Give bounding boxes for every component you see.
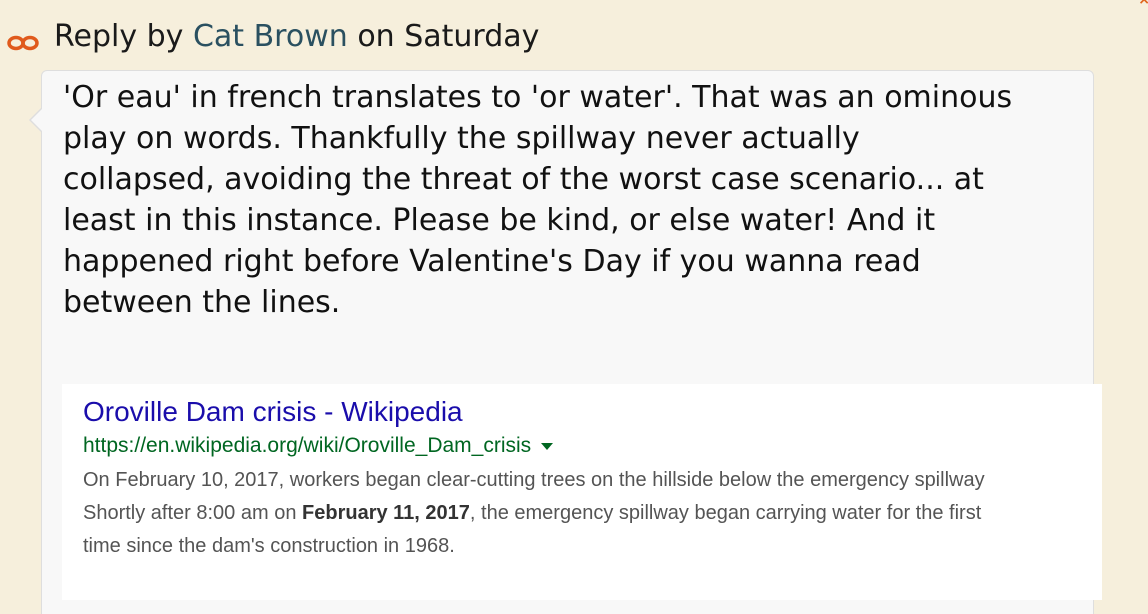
snippet-line: time since the dam's construction in 196… [83, 535, 455, 557]
search-result-url[interactable]: https://en.wikipedia.org/wiki/Oroville_D… [83, 434, 531, 458]
search-result-title[interactable]: Oroville Dam crisis - Wikipedia [83, 396, 463, 428]
caret-down-icon[interactable] [541, 442, 554, 450]
comment-line: least in this instance. Please be kind, … [63, 203, 936, 238]
author-link[interactable]: Cat Brown [193, 19, 348, 54]
snippet-line: Shortly after 8:00 am on February 11, 20… [83, 502, 982, 524]
link-icon[interactable] [6, 26, 40, 51]
comment-line: between the lines. [63, 285, 341, 320]
page: × Reply by Cat Brown on Saturday 'Or eau… [0, 0, 1148, 614]
search-result-snippet: On February 10, 2017, workers began clea… [83, 464, 985, 563]
reply-prefix: Reply by [54, 18, 184, 54]
search-result-url-row: https://en.wikipedia.org/wiki/Oroville_D… [83, 434, 554, 458]
reply-date: on Saturday [357, 18, 540, 54]
snippet-line: On February 10, 2017, workers began clea… [83, 469, 985, 491]
comment-text: 'Or eau' in french translates to 'or wat… [63, 77, 1093, 323]
comment-line: 'Or eau' in french translates to 'or wat… [63, 80, 1013, 115]
search-result-screenshot: Oroville Dam crisis - Wikipedia https://… [62, 384, 1102, 600]
comment-line: play on words. Thankfully the spillway n… [63, 121, 860, 156]
reply-header: Reply by Cat Brown on Saturday [6, 16, 539, 56]
snippet-date-highlight: February 11, 2017 [302, 502, 470, 524]
comment-line: collapsed, avoiding the threat of the wo… [63, 162, 984, 197]
close-icon[interactable]: × [1138, 0, 1148, 7]
comment-line: happened right before Valentine's Day if… [63, 244, 921, 279]
